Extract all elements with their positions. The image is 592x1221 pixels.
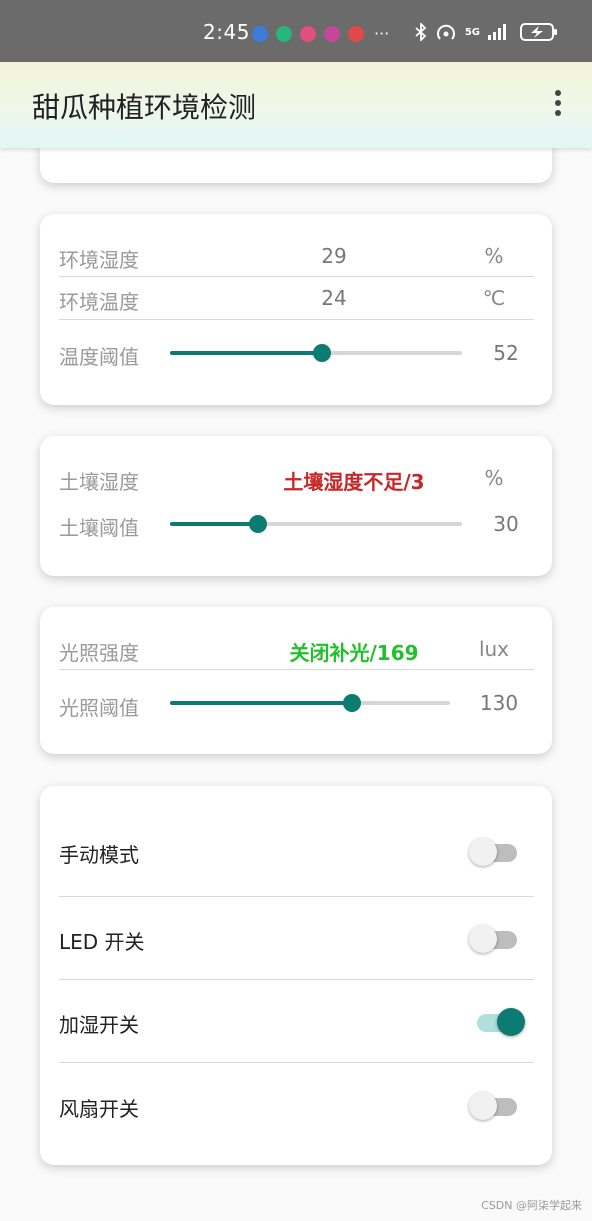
light-intensity-unit: lux — [478, 637, 510, 661]
light-card: 光照强度 关闭补光/169 lux 光照阈值 130 — [40, 607, 552, 754]
app-bar: 甜瓜种植环境检测 — [0, 62, 592, 148]
air-temperature-value: 24 — [321, 286, 347, 310]
more-notifications-icon: ··· — [374, 24, 390, 43]
light-intensity-label: 光照强度 — [59, 641, 139, 665]
slider-thumb[interactable] — [248, 515, 267, 533]
slider-thumb[interactable] — [312, 344, 331, 362]
hotspot-icon — [436, 24, 455, 40]
soil-humidity-row: 土壤湿度 土壤湿度不足/3 % — [59, 458, 534, 498]
light-threshold-value: 130 — [479, 691, 519, 715]
soil-humidity-value: 土壤湿度不足/3 — [283, 470, 425, 494]
divider — [59, 276, 534, 277]
air-humidity-value: 29 — [321, 244, 347, 268]
status-bar: 2:45 ··· 5G — [0, 0, 592, 62]
humidifier-switch[interactable] — [469, 1007, 525, 1037]
vpn-shield-icon — [276, 26, 292, 42]
switch-row-fan: 风扇开关 — [59, 1075, 534, 1135]
humidifier-switch-label: 加湿开关 — [59, 1013, 139, 1037]
network-type: 5G — [464, 26, 480, 38]
switch-row-humidifier: 加湿开关 — [59, 991, 534, 1051]
bluetooth-icon — [415, 23, 427, 41]
temp-threshold-label: 温度阈值 — [59, 345, 139, 369]
switch-row-led: LED 开关 — [59, 908, 534, 968]
soil-humidity-label: 土壤湿度 — [59, 470, 139, 494]
app-pink-icon — [324, 26, 340, 42]
notification-icons: ··· — [252, 26, 389, 42]
temp-threshold-slider[interactable] — [170, 341, 462, 365]
divider — [59, 319, 534, 320]
divider — [59, 1062, 534, 1063]
light-threshold-slider[interactable] — [170, 691, 450, 715]
app-lele-icon — [300, 26, 316, 42]
led-switch-label: LED 开关 — [59, 930, 145, 954]
led-switch[interactable] — [469, 924, 525, 954]
soil-threshold-value: 30 — [493, 512, 519, 536]
divider — [59, 979, 534, 980]
switch-row-manual-mode: 手动模式 — [59, 821, 534, 881]
divider — [59, 896, 534, 897]
air-environment-card: 环境湿度 29 % 环境温度 24 ℃ 温度阈值 52 — [40, 214, 552, 405]
fan-switch[interactable] — [469, 1091, 525, 1121]
overflow-menu-icon[interactable] — [552, 90, 564, 120]
divider — [59, 669, 534, 670]
soil-humidity-unit: % — [484, 466, 504, 490]
air-temperature-unit: ℃ — [482, 286, 506, 310]
air-humidity-label: 环境湿度 — [59, 248, 139, 272]
light-intensity-row: 光照强度 关闭补光/169 lux — [59, 629, 534, 669]
battery-charging-icon — [520, 23, 557, 41]
light-threshold-label: 光照阈值 — [59, 696, 139, 720]
slider-thumb[interactable] — [343, 694, 361, 712]
soil-threshold-slider[interactable] — [170, 512, 462, 536]
air-temperature-row: 环境温度 24 ℃ — [59, 278, 534, 318]
app-title: 甜瓜种植环境检测 — [32, 91, 257, 124]
manual-mode-label: 手动模式 — [59, 843, 139, 867]
air-humidity-row: 环境湿度 29 % — [59, 236, 534, 276]
signal-icon — [488, 24, 506, 40]
light-intensity-value: 关闭补光/169 — [289, 641, 419, 665]
air-temperature-label: 环境温度 — [59, 290, 139, 314]
usb-icon — [252, 26, 268, 42]
soil-threshold-label: 土壤阈值 — [59, 516, 139, 540]
status-time: 2:45 — [203, 20, 250, 44]
system-icons: 5G — [415, 22, 558, 42]
soil-card: 土壤湿度 土壤湿度不足/3 % 土壤阈值 30 — [40, 436, 552, 576]
temp-threshold-value: 52 — [493, 341, 519, 365]
watermark: CSDN @阿柒学起来 — [481, 1199, 582, 1212]
fan-switch-label: 风扇开关 — [59, 1097, 139, 1121]
manual-mode-switch[interactable] — [469, 837, 525, 867]
control-switches-card: 手动模式 LED 开关 加湿开关 风扇开关 — [40, 786, 552, 1165]
app-book-icon — [348, 26, 364, 42]
air-humidity-unit: % — [484, 244, 504, 268]
